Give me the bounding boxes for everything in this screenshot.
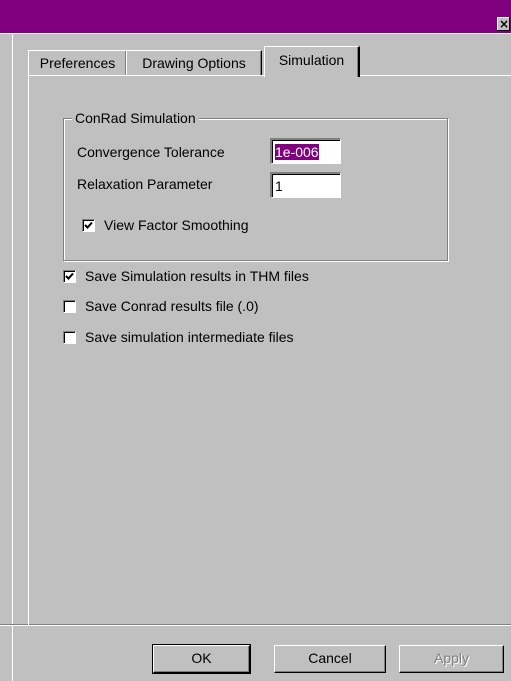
checkbox-label: Save Simulation results in THM files — [85, 268, 309, 284]
button-label: OK — [191, 650, 212, 666]
button-label: Apply — [433, 650, 470, 666]
view-factor-smoothing-checkbox[interactable]: View Factor Smoothing — [82, 217, 248, 233]
convergence-tolerance-label: Convergence Tolerance — [77, 144, 225, 160]
checkbox-label: View Factor Smoothing — [104, 217, 249, 233]
relaxation-parameter-label: Relaxation Parameter — [77, 176, 213, 192]
cancel-button[interactable]: Cancel — [274, 645, 386, 673]
save-intermediate-files-checkbox[interactable]: Save simulation intermediate files — [63, 329, 294, 345]
tab-drawing-options[interactable]: Drawing Options — [126, 50, 262, 75]
relaxation-parameter-field[interactable]: 1 — [270, 172, 341, 198]
convergence-tolerance-value: 1e-006 — [275, 144, 319, 160]
checkbox-label: Save Conrad results file (.0) — [85, 298, 259, 314]
divider — [0, 33, 511, 34]
checkbox-label: Save simulation intermediate files — [85, 329, 294, 345]
close-icon: × — [498, 17, 509, 31]
tab-preferences[interactable]: Preferences — [28, 50, 127, 75]
tab-label: Preferences — [39, 55, 116, 71]
tab-label: Simulation — [278, 52, 345, 68]
divider — [0, 625, 511, 626]
ok-button[interactable]: OK — [152, 644, 251, 674]
checkbox-box — [82, 218, 95, 232]
apply-button[interactable]: Apply — [399, 645, 504, 673]
checkmark-icon — [84, 221, 93, 229]
divider — [12, 34, 13, 681]
button-label: Cancel — [308, 650, 352, 666]
relaxation-parameter-value: 1 — [275, 178, 283, 194]
save-thm-checkbox[interactable]: Save Simulation results in THM files — [63, 268, 309, 284]
close-button[interactable]: × — [497, 17, 510, 31]
checkmark-icon — [65, 272, 74, 280]
checkbox-box — [63, 269, 76, 283]
convergence-tolerance-field[interactable]: 1e-006 — [270, 138, 341, 164]
group-title: ConRad Simulation — [72, 109, 199, 127]
checkbox-box — [63, 330, 76, 344]
title-bar: × — [0, 0, 511, 33]
tab-label: Drawing Options — [142, 55, 246, 71]
checkbox-box — [63, 299, 76, 313]
save-conrad-results-checkbox[interactable]: Save Conrad results file (.0) — [63, 298, 259, 314]
tab-simulation[interactable]: Simulation — [264, 46, 360, 77]
